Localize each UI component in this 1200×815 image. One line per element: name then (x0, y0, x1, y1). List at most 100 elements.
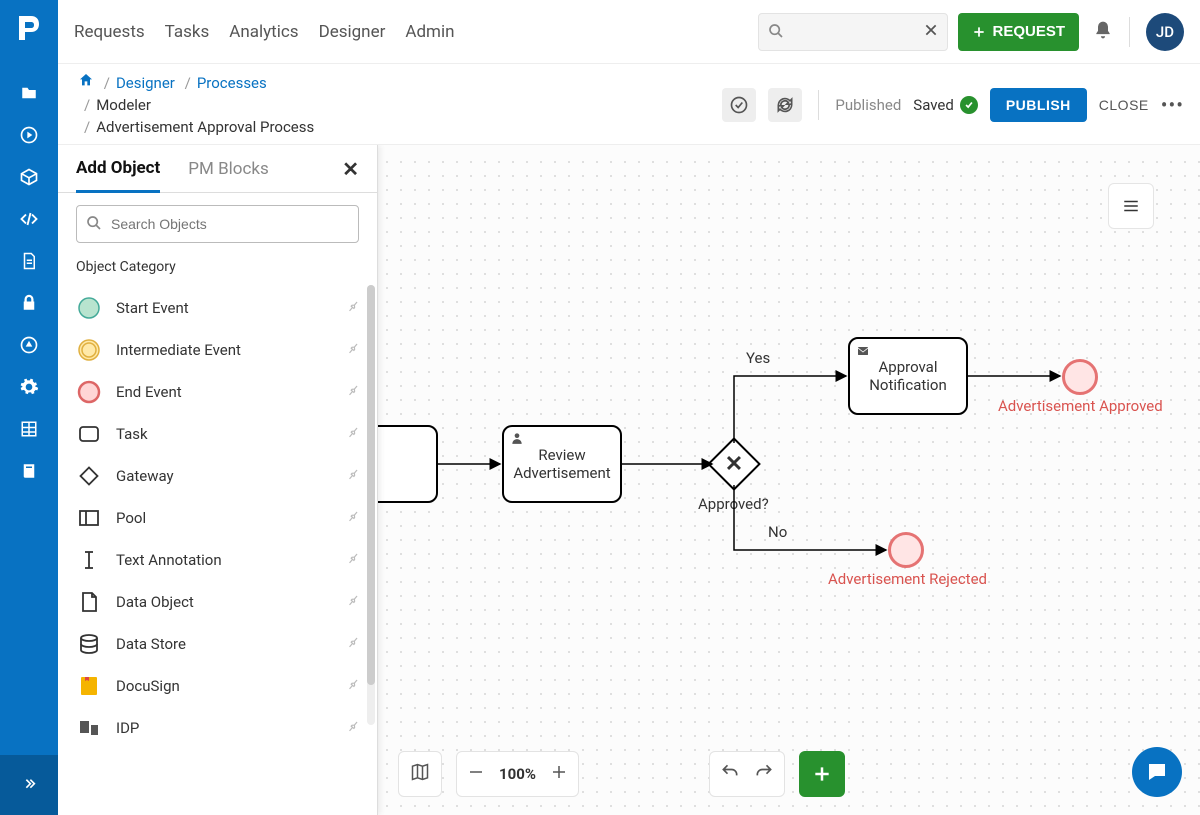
top-nav: Requests Tasks Analytics Designer Admin … (58, 0, 1200, 64)
global-search-input[interactable] (758, 13, 948, 51)
object-label: Pool (116, 509, 345, 527)
object-label: Intermediate Event (116, 341, 345, 359)
object-gateway[interactable]: Gateway (58, 455, 377, 497)
end-event-rejected[interactable] (888, 532, 924, 568)
rail-expand-button[interactable] (0, 755, 58, 815)
object-idp[interactable]: IDP (58, 707, 377, 749)
global-search (758, 13, 948, 51)
object-data-store[interactable]: Data Store (58, 623, 377, 665)
object-label: End Event (116, 383, 345, 401)
add-node-button[interactable] (799, 751, 845, 797)
crumb-processes[interactable]: Processes (197, 74, 267, 92)
object-label: Text Annotation (116, 551, 345, 569)
object-label: IDP (116, 719, 345, 737)
nav-designer[interactable]: Designer (319, 22, 386, 42)
object-label: Data Store (116, 635, 345, 653)
zoom-level: 100% (499, 765, 536, 783)
publish-button[interactable]: PUBLISH (990, 88, 1087, 122)
status-published: Published (835, 96, 901, 114)
canvas-menu-button[interactable] (1108, 183, 1154, 229)
sub-header: /Designer /Processes /Modeler /Advertise… (58, 64, 1200, 145)
nav-analytics[interactable]: Analytics (229, 22, 298, 42)
undo-button[interactable] (720, 762, 740, 786)
gateway-approved[interactable]: ✕ (707, 437, 761, 491)
crumb-designer[interactable]: Designer (116, 74, 175, 92)
tab-add-object[interactable]: Add Object (76, 146, 160, 193)
object-data-object[interactable]: Data Object (58, 581, 377, 623)
rail-doc-icon[interactable] (0, 240, 58, 282)
crumb-current: Advertisement Approval Process (96, 118, 314, 136)
object-intermediate-event[interactable]: Intermediate Event (58, 329, 377, 371)
object-label: Task (116, 425, 345, 443)
logo (13, 12, 45, 44)
object-search-input[interactable] (76, 205, 359, 243)
minimap-button[interactable] (398, 751, 442, 797)
object-pool[interactable]: Pool (58, 497, 377, 539)
chat-fab[interactable] (1132, 747, 1182, 797)
status-saved: Saved (913, 96, 978, 114)
end-label-rejected: Advertisement Rejected (828, 570, 987, 588)
rail-folder-icon[interactable] (0, 72, 58, 114)
idp-icon (76, 715, 102, 741)
text-annotation-icon (76, 547, 102, 573)
rail-book-icon[interactable] (0, 450, 58, 492)
object-end-event[interactable]: End Event (58, 371, 377, 413)
object-label: Gateway (116, 467, 345, 485)
scrollbar-thumb[interactable] (367, 285, 375, 685)
request-button[interactable]: REQUEST (958, 13, 1079, 51)
docusign-icon (76, 673, 102, 699)
end-event-approved[interactable] (1062, 359, 1098, 395)
more-menu-icon[interactable]: ••• (1161, 93, 1184, 117)
object-label: Start Event (116, 299, 345, 317)
clear-search-icon[interactable] (924, 23, 938, 41)
object-docusign[interactable]: DocuSign (58, 665, 377, 707)
object-category-label: Object Category (58, 255, 377, 283)
redo-button[interactable] (754, 762, 774, 786)
end-event-icon (76, 379, 102, 405)
data-object-icon (76, 589, 102, 615)
task-approval-notification[interactable]: Approval Notification (848, 337, 968, 415)
object-task[interactable]: Task (58, 413, 377, 455)
gateway-label: Approved? (698, 495, 769, 513)
nav-tasks[interactable]: Tasks (165, 22, 210, 42)
rail-cloud-icon[interactable] (0, 324, 58, 366)
notifications-icon[interactable] (1093, 19, 1113, 45)
nav-admin[interactable]: Admin (405, 22, 454, 42)
search-icon (86, 215, 102, 235)
rail-play-icon[interactable] (0, 114, 58, 156)
flow-label-no: No (768, 523, 787, 541)
nav-requests[interactable]: Requests (74, 22, 145, 42)
home-icon[interactable] (78, 74, 94, 92)
validate-button[interactable] (722, 88, 756, 122)
user-avatar[interactable]: JD (1146, 13, 1184, 51)
breadcrumb: /Designer /Processes /Modeler /Advertise… (78, 72, 722, 138)
zoom-out-button[interactable] (467, 763, 485, 785)
start-event-icon (76, 295, 102, 321)
task-icon (76, 421, 102, 447)
search-icon (768, 23, 784, 43)
objects-panel: Add Object PM Blocks ✕ Object Category S… (58, 145, 378, 815)
object-label: DocuSign (116, 677, 345, 695)
object-text-annotation[interactable]: Text Annotation (58, 539, 377, 581)
rail-lock-icon[interactable] (0, 282, 58, 324)
rail-gear-icon[interactable] (0, 366, 58, 408)
intermediate-event-icon (76, 337, 102, 363)
data-store-icon (76, 631, 102, 657)
rail-package-icon[interactable] (0, 156, 58, 198)
task-review-advertisement[interactable]: Review Advertisement (502, 425, 622, 503)
close-button[interactable]: CLOSE (1099, 97, 1149, 113)
object-label: Data Object (116, 593, 345, 611)
canvas[interactable]: Review Advertisement ✕ Approved? Yes No … (378, 145, 1200, 815)
mail-icon (856, 343, 870, 361)
rail-code-icon[interactable] (0, 198, 58, 240)
zoom-in-button[interactable] (550, 763, 568, 785)
rail-grid-icon[interactable] (0, 408, 58, 450)
pool-icon (76, 505, 102, 531)
gateway-icon (76, 463, 102, 489)
refresh-button[interactable] (768, 88, 802, 122)
tab-pm-blocks[interactable]: PM Blocks (188, 147, 269, 191)
object-start-event[interactable]: Start Event (58, 287, 377, 329)
end-label-approved: Advertisement Approved (998, 397, 1163, 415)
left-rail (0, 0, 58, 815)
close-panel-icon[interactable]: ✕ (342, 157, 359, 181)
